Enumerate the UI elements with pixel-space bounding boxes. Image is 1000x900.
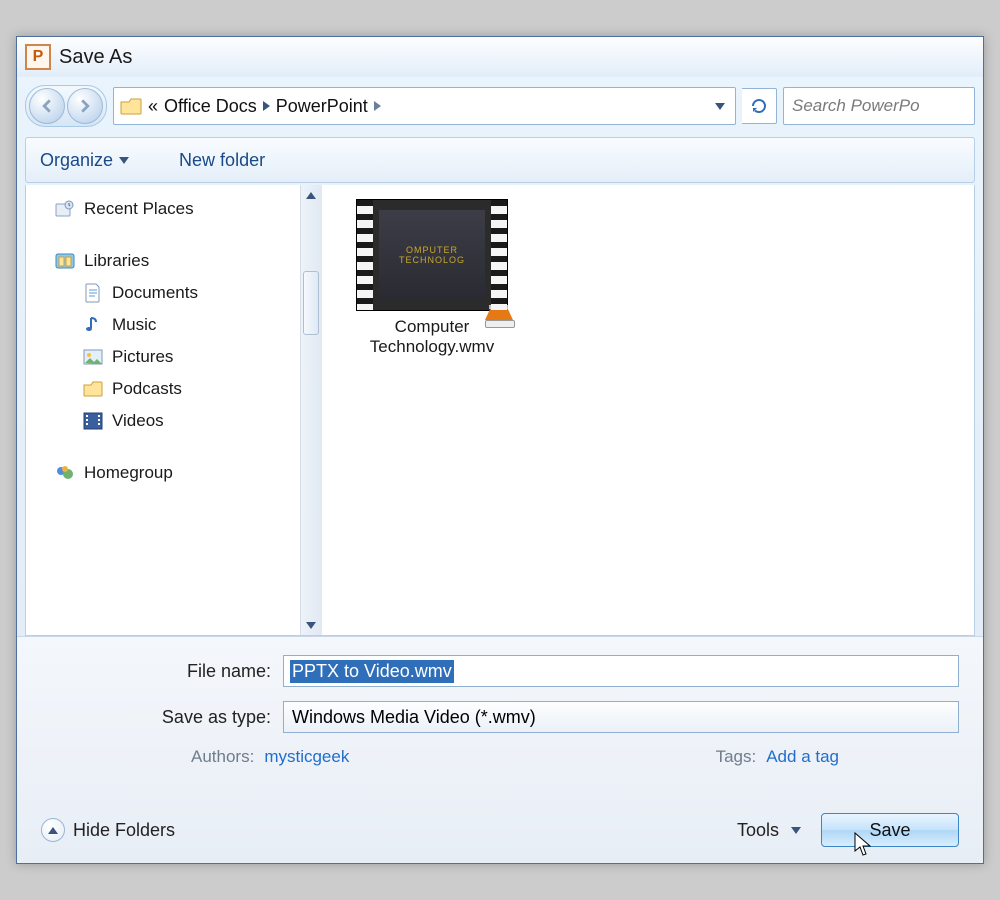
recent-places-icon (54, 198, 76, 220)
sidebar-scrollbar[interactable] (300, 185, 321, 635)
scroll-up-button[interactable] (301, 185, 321, 205)
authors-label: Authors: (191, 747, 254, 767)
breadcrumb: « Office Docs PowerPoint (148, 96, 709, 117)
save-label: Save (869, 820, 910, 841)
breadcrumb-prefix: « (148, 96, 158, 117)
sidebar-item-music[interactable]: Music (26, 309, 321, 341)
sidebar-label: Homegroup (84, 463, 173, 483)
back-forward-group (25, 85, 107, 127)
chevron-down-icon (791, 827, 801, 834)
homegroup-icon (54, 462, 76, 484)
filename-label: File name: (41, 661, 283, 682)
scroll-down-button[interactable] (301, 615, 321, 635)
sidebar-label: Videos (112, 411, 164, 431)
chevron-down-icon (119, 157, 129, 164)
nav-pane: Recent Places Libraries Documents Music (26, 185, 322, 635)
navigation-bar: « Office Docs PowerPoint Search PowerPo (25, 83, 975, 129)
address-bar[interactable]: « Office Docs PowerPoint (113, 87, 736, 125)
search-input[interactable]: Search PowerPo (783, 87, 975, 125)
save-button[interactable]: Save (821, 813, 959, 847)
sidebar-label: Podcasts (112, 379, 182, 399)
sidebar-item-podcasts[interactable]: Podcasts (26, 373, 321, 405)
breadcrumb-seg-1[interactable]: Office Docs (164, 96, 257, 117)
address-history-dropdown[interactable] (709, 95, 731, 117)
arrow-left-icon (40, 99, 54, 113)
sidebar-label: Recent Places (84, 199, 194, 219)
chevron-up-icon (41, 818, 65, 842)
breadcrumb-seg-2[interactable]: PowerPoint (276, 96, 368, 117)
tools-label: Tools (737, 820, 779, 841)
folder-icon (120, 95, 142, 117)
authors-value[interactable]: mysticgeek (264, 747, 349, 767)
thumbnail-caption: OMPUTER TECHNOLOG (379, 210, 485, 300)
sidebar-label: Documents (112, 283, 198, 303)
organize-menu[interactable]: Organize (40, 150, 129, 171)
file-item[interactable]: OMPUTER TECHNOLOG Computer Technology.wm… (342, 199, 522, 357)
sidebar-item-libraries[interactable]: Libraries (26, 245, 321, 277)
main-split: Recent Places Libraries Documents Music (25, 185, 975, 636)
new-folder-button[interactable]: New folder (179, 150, 265, 171)
forward-button[interactable] (67, 88, 103, 124)
save-as-dialog: P Save As « Office Docs PowerPoint (16, 36, 984, 864)
refresh-icon (749, 96, 769, 116)
tags-value[interactable]: Add a tag (766, 747, 839, 767)
video-thumbnail: OMPUTER TECHNOLOG (356, 199, 508, 311)
hide-folders-label: Hide Folders (73, 820, 175, 841)
sidebar-label: Music (112, 315, 156, 335)
sidebar-item-recent-places[interactable]: Recent Places (26, 193, 321, 225)
file-list[interactable]: OMPUTER TECHNOLOG Computer Technology.wm… (322, 185, 974, 635)
folder-icon (82, 378, 104, 400)
tags-label: Tags: (716, 747, 757, 767)
tools-menu[interactable]: Tools (737, 820, 801, 841)
hide-folders-button[interactable]: Hide Folders (41, 818, 175, 842)
toolbar: Organize New folder (25, 137, 975, 183)
titlebar: P Save As (17, 37, 983, 77)
cursor-icon (854, 832, 874, 858)
new-folder-label: New folder (179, 150, 265, 171)
bottom-panel: File name: PPTX to Video.wmv Save as typ… (17, 636, 983, 863)
sidebar-item-pictures[interactable]: Pictures (26, 341, 321, 373)
scroll-thumb[interactable] (303, 271, 319, 335)
sidebar-label: Pictures (112, 347, 173, 367)
footer: Hide Folders Tools Save (41, 813, 959, 847)
save-as-type-value: Windows Media Video (*.wmv) (292, 707, 536, 728)
pictures-icon (82, 346, 104, 368)
refresh-button[interactable] (742, 88, 777, 124)
music-icon (82, 314, 104, 336)
file-name-line2: Technology.wmv (342, 337, 522, 357)
search-placeholder: Search PowerPo (792, 96, 920, 116)
filename-input[interactable]: PPTX to Video.wmv (283, 655, 959, 687)
arrow-right-icon (78, 99, 92, 113)
chevron-right-icon (374, 101, 381, 111)
powerpoint-app-icon: P (25, 44, 51, 70)
sidebar-item-homegroup[interactable]: Homegroup (26, 457, 321, 489)
vlc-overlay-icon (485, 290, 513, 320)
sidebar-item-documents[interactable]: Documents (26, 277, 321, 309)
documents-icon (82, 282, 104, 304)
back-button[interactable] (29, 88, 65, 124)
chevron-right-icon (263, 101, 270, 111)
save-as-type-combo[interactable]: Windows Media Video (*.wmv) (283, 701, 959, 733)
videos-icon (82, 410, 104, 432)
libraries-icon (54, 250, 76, 272)
save-as-type-label: Save as type: (41, 707, 283, 728)
sidebar-label: Libraries (84, 251, 149, 271)
organize-label: Organize (40, 150, 113, 171)
sidebar-item-videos[interactable]: Videos (26, 405, 321, 437)
filename-value: PPTX to Video.wmv (290, 660, 454, 683)
window-title: Save As (59, 46, 132, 69)
